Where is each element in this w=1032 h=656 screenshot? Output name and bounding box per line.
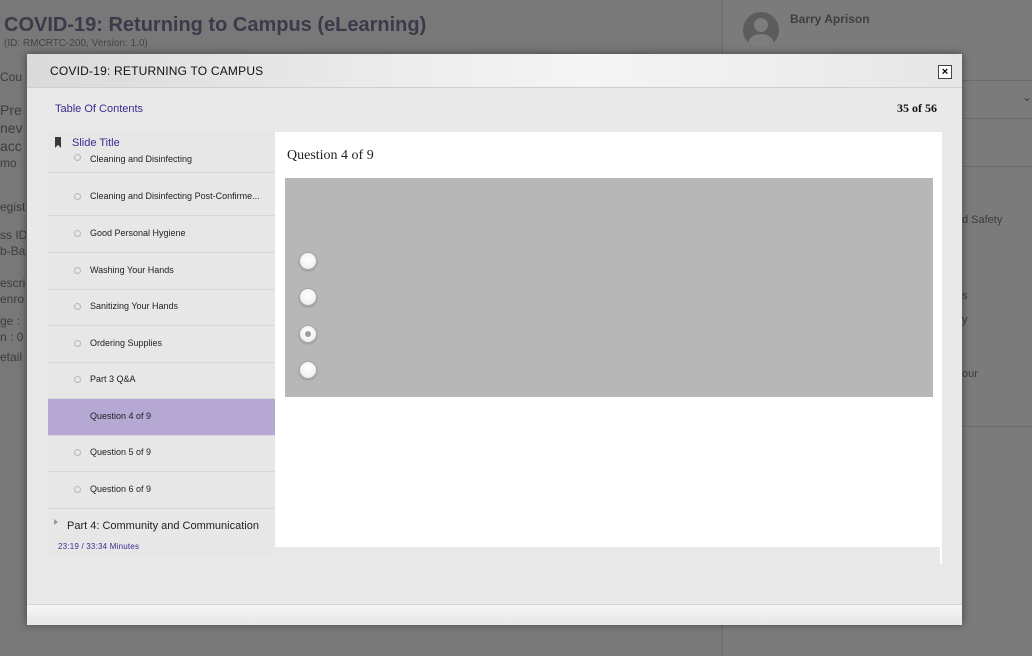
table-of-contents-link[interactable]: Table Of Contents	[55, 103, 143, 115]
timer-readout: 23:19 / 33:34 Minutes	[58, 542, 140, 551]
answer-option-3-radio[interactable]	[299, 325, 317, 343]
background-snippet: Pre	[0, 102, 22, 118]
question-heading: Question 4 of 9	[287, 148, 374, 163]
answer-option-2-radio[interactable]	[299, 288, 317, 306]
toc-item-dot-icon	[74, 303, 81, 310]
modal-title: COVID-19: RETURNING TO CAMPUS	[50, 64, 264, 78]
background-snippet: ge :	[0, 314, 21, 328]
toc-item-dot-icon	[74, 486, 81, 493]
background-snippet: b-Ba	[0, 244, 26, 258]
toc-item-washing-your-hands[interactable]: Washing Your Hands	[48, 253, 275, 290]
toc-item-label: Question 6 of 9	[90, 484, 152, 494]
background-snippet: enro	[0, 292, 25, 306]
slide-title-label: Slide Title	[72, 137, 120, 149]
toc-item-sanitizing-your-hands[interactable]: Sanitizing Your Hands	[48, 289, 275, 326]
toc-item-label: Ordering Supplies	[90, 338, 163, 348]
avatar-icon	[743, 12, 779, 48]
toc-item-dot-icon	[74, 449, 81, 456]
background-snippet: s	[962, 290, 968, 302]
toc-item-dot-icon	[74, 340, 81, 347]
background-snippet: escri	[0, 276, 26, 290]
slide-counter: 35 of 56	[897, 101, 937, 115]
background-snippet: egist	[0, 200, 26, 214]
modal-footer	[27, 604, 962, 625]
background-snippet: Cou	[0, 70, 23, 84]
modal-header: COVID-19: RETURNING TO CAMPUS ×	[27, 54, 962, 88]
answer-option-4-radio[interactable]	[299, 361, 317, 379]
background-snippet: ss ID	[0, 228, 26, 242]
background-snippet: etail	[0, 350, 23, 364]
course-player-modal: COVID-19: RETURNING TO CAMPUS × Table Of…	[27, 54, 962, 625]
background-snippet: n : 0	[0, 330, 24, 344]
toc-item-label: Cleaning and Disinfecting Post-Confirme.…	[90, 191, 260, 201]
question-answer-area	[285, 178, 933, 397]
toc-item-label: Question 4 of 9	[90, 411, 152, 421]
toc-item-dot-icon	[74, 267, 81, 274]
background-course-subtitle: (ID: RMCRTC-200, Version: 1.0)	[4, 38, 148, 49]
toc-section-part-4[interactable]: Part 4: Community and Communication	[48, 513, 275, 541]
toc-item-dot-icon	[74, 230, 81, 237]
background-course-title: COVID-19: Returning to Campus (eLearning…	[4, 14, 427, 36]
toc-item-label: Good Personal Hygiene	[90, 228, 186, 238]
toc-item-dot-icon	[74, 376, 81, 383]
chevron-down-icon: ⌄	[1022, 90, 1032, 104]
background-user-name: Barry Aprison	[790, 12, 870, 26]
toc-item-label: Washing Your Hands	[90, 265, 174, 275]
toc-item-label: Cleaning and Disinfecting	[90, 154, 193, 164]
toc-item-label: Question 5 of 9	[90, 447, 152, 457]
toc-item-good-personal-hygiene[interactable]: Good Personal Hygiene	[48, 216, 275, 253]
toc-item-question-4-of-9[interactable]: Question 4 of 9	[48, 399, 275, 436]
background-snippet: y	[962, 314, 968, 326]
background-snippet: nev	[0, 120, 23, 136]
bookmark-icon	[55, 137, 61, 148]
background-snippet: mo	[0, 156, 17, 170]
toc-item-dot-icon	[74, 193, 81, 200]
toc-section-label: Part 4: Community and Communication	[67, 520, 259, 532]
toc-item-cleaning-post-confirmed[interactable]: Cleaning and Disinfecting Post-Confirme.…	[48, 179, 275, 216]
slide-content: Question 4 of 9	[275, 132, 942, 547]
toc-item-ordering-supplies[interactable]: Ordering Supplies	[48, 326, 275, 363]
toc-item-question-6-of-9[interactable]: Question 6 of 9	[48, 472, 275, 509]
toc-item-dot-icon	[74, 154, 81, 161]
table-of-contents-sidebar: Slide Title Cleaning and Disinfecting Cl…	[48, 132, 275, 557]
toc-item-part-3-qa[interactable]: Part 3 Q&A	[48, 362, 275, 399]
background-snippet: our	[962, 368, 978, 380]
toc-item-label: Sanitizing Your Hands	[90, 301, 179, 311]
answer-option-1-radio[interactable]	[299, 252, 317, 270]
close-button[interactable]: ×	[938, 65, 952, 79]
toc-item-label: Part 3 Q&A	[90, 374, 136, 384]
background-snippet: d Safety	[962, 214, 1003, 226]
slide-edge	[940, 546, 942, 564]
background-snippet: acc	[0, 138, 22, 154]
toc-item-cleaning-and-disinfecting[interactable]: Cleaning and Disinfecting	[48, 150, 275, 173]
toc-item-question-5-of-9[interactable]: Question 5 of 9	[48, 435, 275, 472]
chevron-right-icon	[54, 519, 58, 525]
